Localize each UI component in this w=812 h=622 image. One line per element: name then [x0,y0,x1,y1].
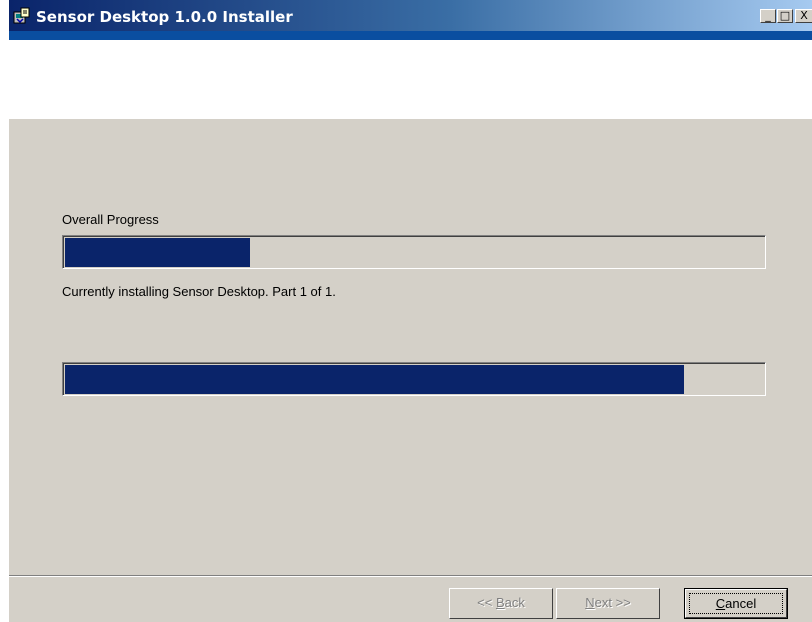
overall-progress-fill [65,238,251,267]
status-text: Currently installing Sensor Desktop. Par… [62,284,336,299]
installer-window: Sensor Desktop 1.0.0 Installer _ □ X Ove… [8,0,812,622]
back-button-label: ack [504,595,525,610]
cancel-button-label: ancel [725,596,757,611]
next-button[interactable]: Next >> [556,588,660,619]
installer-icon [13,7,30,24]
minimize-icon: _ [765,9,771,22]
next-button-label: ext >> [594,595,631,610]
overall-progress-label: Overall Progress [62,212,159,227]
close-icon: X [800,9,808,22]
overall-progress-bar [62,235,766,269]
maximize-button[interactable]: □ [777,9,793,23]
maximize-icon: □ [779,9,791,22]
next-button-mnemonic: N [585,595,595,610]
current-progress-bar [62,362,766,396]
current-progress-fill [65,365,684,394]
cancel-button-mnemonic: C [715,596,726,611]
minimize-button[interactable]: _ [760,9,776,23]
cancel-button[interactable]: Cancel [684,588,788,619]
window-title: Sensor Desktop 1.0.0 Installer [36,8,293,26]
banner-area [9,40,812,119]
back-button-prefix: << [477,595,496,610]
title-bar-strip [9,31,812,40]
close-button[interactable]: X [795,9,812,23]
cancel-button-focus: Cancel [689,593,783,614]
back-button-mnemonic: B [495,595,505,610]
back-button[interactable]: << Back [449,588,553,619]
button-separator [9,575,812,577]
title-bar[interactable]: Sensor Desktop 1.0.0 Installer _ □ X [9,0,812,40]
